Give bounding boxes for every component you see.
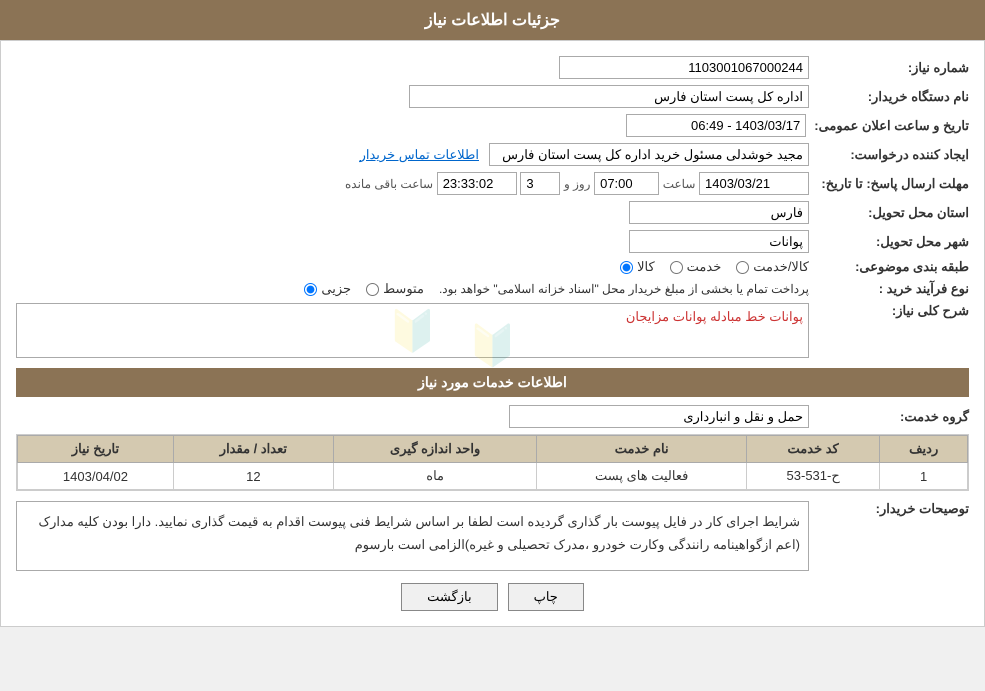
purchase-radio-medium: متوسط bbox=[366, 281, 424, 297]
services-table: ردیف کد خدمت نام خدمت واحد اندازه گیری ت… bbox=[17, 435, 968, 490]
category-radio2[interactable] bbox=[670, 261, 683, 274]
city-label: شهر محل تحویل: bbox=[809, 234, 969, 250]
buyer-org-row: نام دستگاه خریدار: bbox=[16, 85, 969, 108]
deadline-row: مهلت ارسال پاسخ: تا تاریخ: ساعت روز و سا… bbox=[16, 172, 969, 195]
page-title: جزئیات اطلاعات نیاز bbox=[425, 12, 560, 29]
creator-row: ایجاد کننده درخواست: اطلاعات تماس خریدار bbox=[16, 143, 969, 166]
announce-date-input[interactable] bbox=[626, 114, 806, 137]
category-kala-label: کالا bbox=[637, 259, 655, 275]
order-number-label: شماره نیاز: bbox=[809, 60, 969, 76]
province-row: استان محل تحویل: bbox=[16, 201, 969, 224]
description-text: پوانات خط مبادله پوانات مزایجان bbox=[626, 309, 803, 324]
category-radio3[interactable] bbox=[736, 261, 749, 274]
category-radio-group: کالا/خدمت خدمت کالا bbox=[620, 259, 809, 275]
announce-date-label: تاریخ و ساعت اعلان عمومی: bbox=[806, 118, 969, 134]
announce-date-row: تاریخ و ساعت اعلان عمومی: bbox=[16, 114, 969, 137]
category-row: طبقه بندی موضوعی: کالا/خدمت خدمت کالا bbox=[16, 259, 969, 275]
buyer-notes-label: توصیحات خریدار: bbox=[809, 501, 969, 517]
deadline-label: مهلت ارسال پاسخ: تا تاریخ: bbox=[809, 176, 969, 192]
description-label: شرح کلی نیاز: bbox=[809, 303, 969, 319]
category-khidmat-label: خدمت bbox=[687, 259, 722, 275]
buyer-org-input[interactable] bbox=[409, 85, 809, 108]
category-radio-khidmat: خدمت bbox=[670, 259, 722, 275]
buyer-notes-row: توصیحات خریدار: شرایط اجرای کار در فایل … bbox=[16, 501, 969, 571]
purchase-partial-label: جزیی bbox=[321, 281, 351, 297]
back-button[interactable]: بازگشت bbox=[401, 583, 497, 611]
creator-label: ایجاد کننده درخواست: bbox=[809, 147, 969, 163]
order-number-input[interactable] bbox=[559, 56, 809, 79]
purchase-note-text: پرداخت تمام یا بخشی از مبلغ خریدار محل "… bbox=[439, 282, 809, 296]
page-header: جزئیات اطلاعات نیاز bbox=[0, 0, 985, 40]
category-label: طبقه بندی موضوعی: bbox=[809, 259, 969, 275]
contact-link[interactable]: اطلاعات تماس خریدار bbox=[360, 147, 479, 163]
purchase-medium-label: متوسط bbox=[383, 281, 424, 297]
main-container: جزئیات اطلاعات نیاز شماره نیاز: نام دستگ… bbox=[0, 0, 985, 627]
service-group-label: گروه خدمت: bbox=[809, 409, 969, 425]
description-row: شرح کلی نیاز: پوانات خط مبادله پوانات مز… bbox=[16, 303, 969, 358]
city-row: شهر محل تحویل: bbox=[16, 230, 969, 253]
order-number-row: شماره نیاز: bbox=[16, 56, 969, 79]
deadline-time-input[interactable] bbox=[594, 172, 659, 195]
bottom-buttons: چاپ بازگشت bbox=[16, 583, 969, 611]
purchase-type-row: نوع فرآیند خرید : پرداخت تمام یا بخشی از… bbox=[16, 281, 969, 297]
services-table-container: ردیف کد خدمت نام خدمت واحد اندازه گیری ت… bbox=[16, 434, 969, 491]
deadline-days-input[interactable] bbox=[520, 172, 560, 195]
buyer-org-label: نام دستگاه خریدار: bbox=[809, 89, 969, 105]
purchase-radio2[interactable] bbox=[366, 283, 379, 296]
service-group-input[interactable] bbox=[509, 405, 809, 428]
services-section-header: اطلاعات خدمات مورد نیاز bbox=[16, 368, 969, 397]
category-radio-kala-khidmat: کالا/خدمت bbox=[736, 259, 809, 275]
creator-input[interactable] bbox=[489, 143, 809, 166]
province-input[interactable] bbox=[629, 201, 809, 224]
watermark: 🔰 bbox=[388, 307, 438, 354]
purchase-type-label: نوع فرآیند خرید : bbox=[809, 281, 969, 297]
print-button[interactable]: چاپ bbox=[508, 583, 584, 611]
category-radio1[interactable] bbox=[620, 261, 633, 274]
purchase-radio-partial: جزیی bbox=[304, 281, 351, 297]
deadline-day-label: روز و bbox=[564, 177, 591, 191]
description-box: پوانات خط مبادله پوانات مزایجان 🔰 bbox=[16, 303, 809, 358]
col-unit: واحد اندازه گیری bbox=[333, 436, 537, 463]
purchase-radio-group: پرداخت تمام یا بخشی از مبلغ خریدار محل "… bbox=[304, 281, 809, 297]
deadline-remaining-input[interactable] bbox=[437, 172, 517, 195]
col-quantity: تعداد / مقدار bbox=[173, 436, 333, 463]
buyer-notes-box: شرایط اجرای کار در فایل پیوست بار گذاری … bbox=[16, 501, 809, 571]
col-date: تاریخ نیاز bbox=[18, 436, 174, 463]
province-label: استان محل تحویل: bbox=[809, 205, 969, 221]
category-kala-khidmat-label: کالا/خدمت bbox=[753, 259, 809, 275]
table-row: 1ح-531-53فعالیت های پستماه121403/04/02 bbox=[18, 463, 968, 490]
service-group-row: گروه خدمت: bbox=[16, 405, 969, 428]
city-input[interactable] bbox=[629, 230, 809, 253]
deadline-remaining-label: ساعت باقی مانده bbox=[345, 177, 433, 191]
content-area: شماره نیاز: نام دستگاه خریدار: تاریخ و س… bbox=[0, 40, 985, 627]
col-code: کد خدمت bbox=[746, 436, 879, 463]
category-radio-kala: کالا bbox=[620, 259, 655, 275]
col-row: ردیف bbox=[880, 436, 968, 463]
col-name: نام خدمت bbox=[537, 436, 746, 463]
buyer-notes-text: شرایط اجرای کار در فایل پیوست بار گذاری … bbox=[38, 514, 800, 552]
deadline-date-input[interactable] bbox=[699, 172, 809, 195]
deadline-time-label: ساعت bbox=[663, 177, 696, 191]
purchase-radio1[interactable] bbox=[304, 283, 317, 296]
